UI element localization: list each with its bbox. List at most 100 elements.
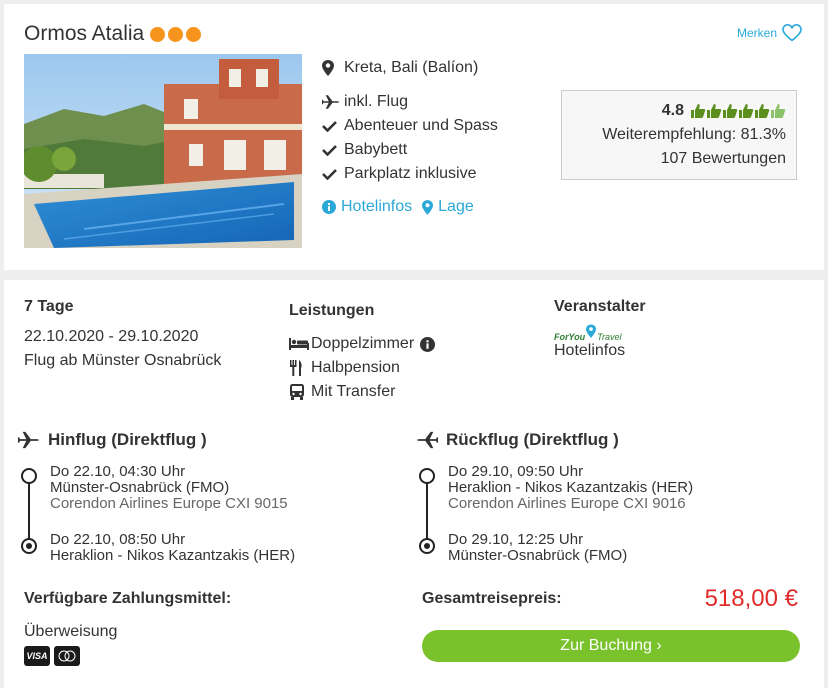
check-icon	[322, 168, 344, 180]
airline: Corendon Airlines Europe CXI 9016	[448, 495, 686, 512]
hotel-photo[interactable]	[24, 54, 302, 248]
star-icon	[150, 26, 166, 42]
operator: Veranstalter ForYou Travel Hotelinfos	[554, 298, 646, 360]
return-arrival: Do 29.10, 12:25 Uhr Münster-Osnabrück (F…	[448, 532, 627, 564]
departure-time: Do 29.10, 09:50 Uhr	[448, 463, 584, 480]
bed-icon	[289, 337, 311, 351]
departure-dot	[21, 468, 37, 484]
operator-title: Veranstalter	[554, 298, 646, 315]
offer-card: 7 Tage 22.10.2020 - 29.10.2020 Flug ab M…	[4, 280, 824, 688]
outbound-header: Hinflug (Direktflug )	[18, 428, 398, 452]
service-label: Halbpension	[311, 359, 400, 376]
feature-item: Abenteuer und Spass	[322, 114, 498, 138]
recommendation-rate: Weiterempfehlung: 81.3%	[602, 126, 786, 143]
thumb-up-icon	[755, 104, 770, 118]
feature-label: Parkplatz inklusive	[344, 165, 477, 182]
hotel-name[interactable]: Ormos Atalia	[24, 22, 144, 46]
operator-logo[interactable]: ForYou Travel	[554, 322, 646, 342]
hotelinfos-label: Hotelinfos	[341, 198, 413, 215]
check-icon	[322, 144, 344, 156]
save-button[interactable]: Merken	[737, 24, 802, 42]
services: Leistungen Doppelzimmer Halbpension Mit	[289, 302, 436, 404]
operator-logo-part1: ForYou	[554, 332, 586, 342]
hotel-links: Hotelinfos Lage	[322, 198, 498, 216]
service-label: Doppelzimmer	[311, 335, 415, 352]
thumb-up-icon	[691, 104, 706, 118]
arrival-time: Do 29.10, 12:25 Uhr	[448, 531, 584, 548]
feature-item: Parkplatz inklusive	[322, 162, 498, 186]
location-row: Kreta, Bali (Balíon)	[322, 56, 498, 80]
arrival-dot	[419, 538, 435, 554]
star-icon	[168, 26, 184, 42]
heart-icon	[782, 24, 802, 42]
feature-list: inkl. Flug Abenteuer und Spass Babybett …	[322, 90, 498, 186]
service-item: Doppelzimmer	[289, 332, 436, 356]
timeline-line	[426, 474, 428, 546]
plane-return-icon	[417, 431, 438, 449]
pin-icon	[586, 324, 597, 338]
trip-dates: 22.10.2020 - 29.10.2020	[24, 328, 199, 345]
location-link-label: Lage	[438, 198, 474, 215]
outbound-arrival: Do 22.10, 08:50 Uhr Heraklion - Nikos Ka…	[50, 532, 295, 564]
trip-duration: 7 Tage	[24, 298, 74, 315]
timeline-line	[28, 474, 30, 546]
rating-score: 4.8	[661, 102, 684, 119]
location-text: Kreta, Bali (Balíon)	[344, 59, 479, 76]
operator-logo-part2: Travel	[597, 332, 622, 342]
arrival-time: Do 22.10, 08:50 Uhr	[50, 531, 186, 548]
plane-icon	[322, 94, 344, 110]
payment-method: Überweisung	[24, 623, 118, 640]
info-icon	[322, 200, 336, 214]
operator-hotelinfos-link[interactable]: Hotelinfos	[554, 342, 646, 360]
bus-icon	[289, 384, 311, 400]
outbound-title: Hinflug (Direktflug )	[48, 430, 207, 449]
thumb-up-icon	[771, 104, 786, 118]
plane-icon	[18, 431, 39, 449]
map-pin-icon	[322, 60, 344, 76]
return-departure: Do 29.10, 09:50 Uhr Heraklion - Nikos Ka…	[448, 464, 693, 512]
hotel-card: Ormos Atalia Merken Kreta, Bali (Balíon)…	[4, 4, 824, 270]
outbound-flight: Hinflug (Direktflug ) Do 22.10, 04:30 Uh…	[18, 428, 398, 564]
payment-title: Verfügbare Zahlungsmittel:	[24, 590, 232, 607]
feature-label: Babybett	[344, 141, 408, 158]
hotel-photo-illustration	[24, 54, 302, 248]
star-icon	[186, 26, 202, 42]
airline: Corendon Airlines Europe CXI 9015	[50, 495, 288, 512]
return-title: Rückflug (Direktflug )	[446, 430, 619, 449]
departure-dot	[419, 468, 435, 484]
map-marker-icon	[422, 199, 434, 215]
location-link[interactable]: Lage	[422, 198, 474, 216]
thumb-up-icon	[739, 104, 754, 118]
review-count: 107 Bewertungen	[660, 150, 786, 167]
feature-item: Babybett	[322, 138, 498, 162]
outbound-departure: Do 22.10, 04:30 Uhr Münster-Osnabrück (F…	[50, 464, 288, 512]
save-label: Merken	[736, 26, 777, 40]
thumb-up-icon	[707, 104, 722, 118]
info-icon[interactable]	[420, 336, 436, 352]
service-label: Mit Transfer	[311, 383, 396, 400]
departure-time: Do 22.10, 04:30 Uhr	[50, 463, 186, 480]
rating-line: 4.8	[562, 99, 786, 123]
rating-box[interactable]: 4.8 Weiterempfehlung: 81.3% 107 Bewertun…	[561, 90, 797, 180]
return-header: Rückflug (Direktflug )	[416, 428, 796, 452]
arrival-airport: Heraklion - Nikos Kazantzakis (HER)	[50, 547, 296, 564]
hotelinfos-link[interactable]: Hotelinfos	[322, 198, 412, 216]
arrival-airport: Münster-Osnabrück (FMO)	[448, 547, 628, 564]
feature-label: inkl. Flug	[344, 93, 409, 110]
return-flight: Rückflug (Direktflug ) Do 29.10, 09:50 U…	[416, 428, 796, 564]
total-price-label: Gesamtreisepreis:	[422, 590, 562, 607]
mastercard-icon	[54, 646, 80, 666]
trip-departure: Flug ab Münster Osnabrück	[24, 352, 222, 369]
check-icon	[322, 120, 344, 132]
book-button[interactable]: Zur Buchung ›	[422, 630, 800, 662]
visa-icon: VISA	[24, 646, 50, 666]
departure-airport: Münster-Osnabrück (FMO)	[50, 479, 230, 496]
trip-details: 7 Tage 22.10.2020 - 29.10.2020 Flug ab M…	[24, 298, 221, 370]
hotel-stars	[150, 26, 204, 42]
service-item: Mit Transfer	[289, 380, 435, 404]
payment-cards: VISA	[24, 646, 84, 666]
total-price: 518,00 €	[704, 585, 798, 612]
departure-airport: Heraklion - Nikos Kazantzakis (HER)	[448, 479, 694, 496]
rating-thumbs	[690, 103, 786, 119]
hotel-title[interactable]: Ormos Atalia	[24, 22, 204, 46]
